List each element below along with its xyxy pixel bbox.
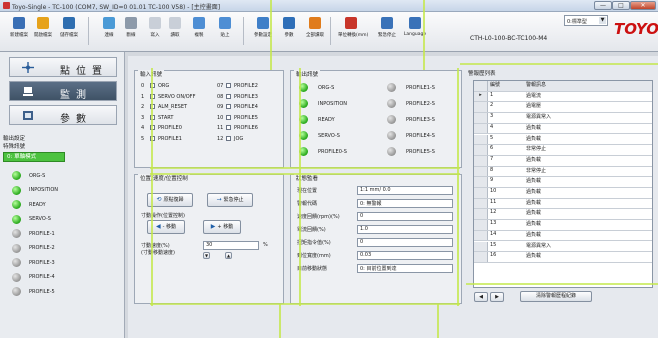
highlight-lines: [150, 0, 658, 338]
